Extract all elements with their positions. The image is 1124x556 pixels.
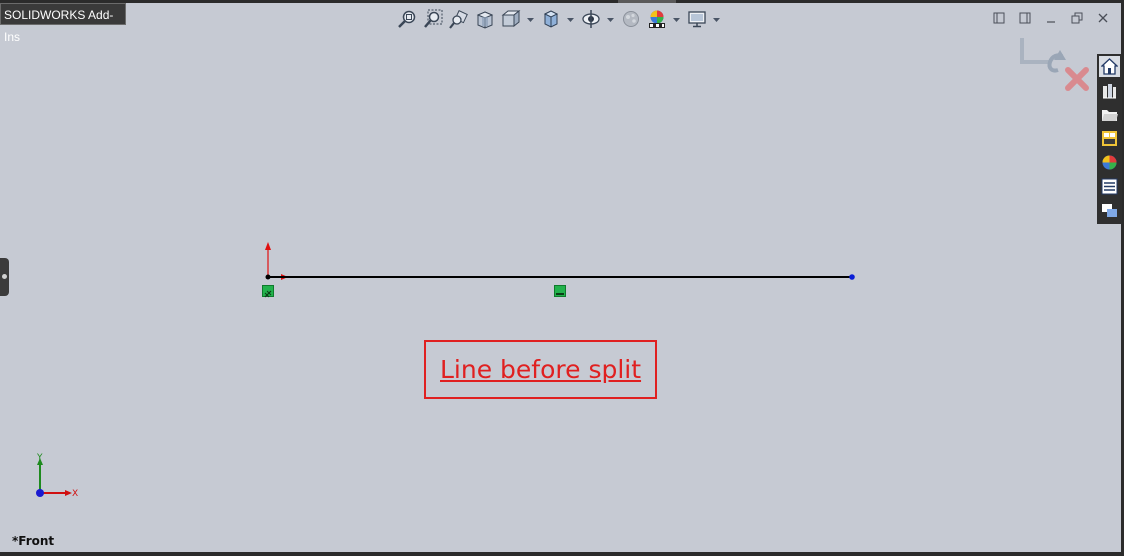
sketch-origin [265,242,288,280]
annotation-callout: Line before split [424,340,657,399]
triad-z-axis [36,489,44,497]
callout-text: Line before split [440,355,642,384]
line-start-point[interactable] [265,274,271,280]
triad-x-arrowhead [65,490,72,496]
origin-y-arrowhead [265,242,271,250]
triad-y-label: Y [36,453,43,463]
fixed-relation-icon[interactable] [262,285,274,298]
sketch-canvas [265,242,855,280]
horizontal-relation-icon[interactable] [554,285,566,297]
triad-x-label: X [72,489,78,499]
line-end-point[interactable] [849,274,855,280]
view-orientation-label: *Front [12,534,55,548]
reference-triad: Y X [36,453,78,499]
